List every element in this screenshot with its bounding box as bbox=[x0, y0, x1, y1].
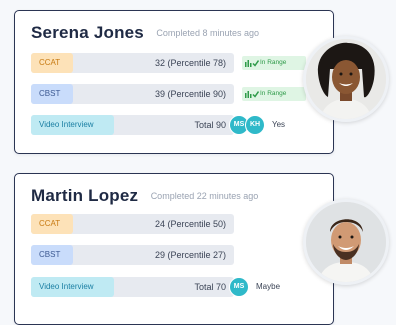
bar-chart-check-icon bbox=[245, 91, 259, 98]
candidate-header: Serena Jones Completed 8 minutes ago bbox=[31, 23, 259, 43]
candidate-photo bbox=[303, 36, 389, 122]
video-total: Total 90 bbox=[194, 120, 226, 130]
reviewer-avatar[interactable]: MS bbox=[229, 277, 249, 297]
cbst-in-range-badge: In Range bbox=[242, 87, 306, 101]
cbst-tag: CBST bbox=[31, 245, 73, 265]
candidate-header: Martin Lopez Completed 22 minutes ago bbox=[31, 186, 258, 206]
candidate-card[interactable]: Martin Lopez Completed 22 minutes ago CC… bbox=[14, 173, 334, 325]
video-interview-row: Video Interview Total 70 bbox=[31, 277, 234, 297]
candidate-name[interactable]: Serena Jones bbox=[31, 23, 144, 42]
cbst-score: 39 (Percentile 90) bbox=[154, 89, 226, 99]
candidate-name[interactable]: Martin Lopez bbox=[31, 186, 138, 205]
ccat-score-row: CCAT 32 (Percentile 78) bbox=[31, 53, 234, 73]
man-portrait-icon bbox=[306, 202, 386, 282]
cbst-score: 29 (Percentile 27) bbox=[154, 250, 226, 260]
cbst-tag: CBST bbox=[31, 84, 73, 104]
ccat-score: 32 (Percentile 78) bbox=[154, 58, 226, 68]
ccat-tag: CCAT bbox=[31, 214, 73, 234]
reviewer-avatar[interactable]: KH bbox=[245, 115, 265, 135]
badge-label: In Range bbox=[260, 90, 287, 97]
cbst-score-row: CBST 29 (Percentile 27) bbox=[31, 245, 234, 265]
video-total: Total 70 bbox=[194, 282, 226, 292]
candidate-card[interactable]: Serena Jones Completed 8 minutes ago CCA… bbox=[14, 10, 334, 154]
cbst-score-row: CBST 39 (Percentile 90) bbox=[31, 84, 234, 104]
video-interview-tag: Video Interview bbox=[31, 115, 114, 135]
ccat-in-range-badge: In Range bbox=[242, 56, 306, 70]
video-interview-row: Video Interview Total 90 bbox=[31, 115, 234, 135]
badge-label: In Range bbox=[260, 59, 287, 66]
decision-label: Yes bbox=[272, 120, 286, 129]
woman-portrait-icon bbox=[306, 39, 386, 119]
ccat-tag: CCAT bbox=[31, 53, 73, 73]
decision-label: Maybe bbox=[256, 282, 281, 291]
completed-time: Completed 22 minutes ago bbox=[150, 191, 259, 201]
completed-time: Completed 8 minutes ago bbox=[156, 28, 259, 38]
ccat-score: 24 (Percentile 50) bbox=[154, 219, 226, 229]
ccat-score-row: CCAT 24 (Percentile 50) bbox=[31, 214, 234, 234]
candidate-photo bbox=[303, 199, 389, 285]
video-interview-tag: Video Interview bbox=[31, 277, 114, 297]
bar-chart-check-icon bbox=[245, 60, 259, 67]
